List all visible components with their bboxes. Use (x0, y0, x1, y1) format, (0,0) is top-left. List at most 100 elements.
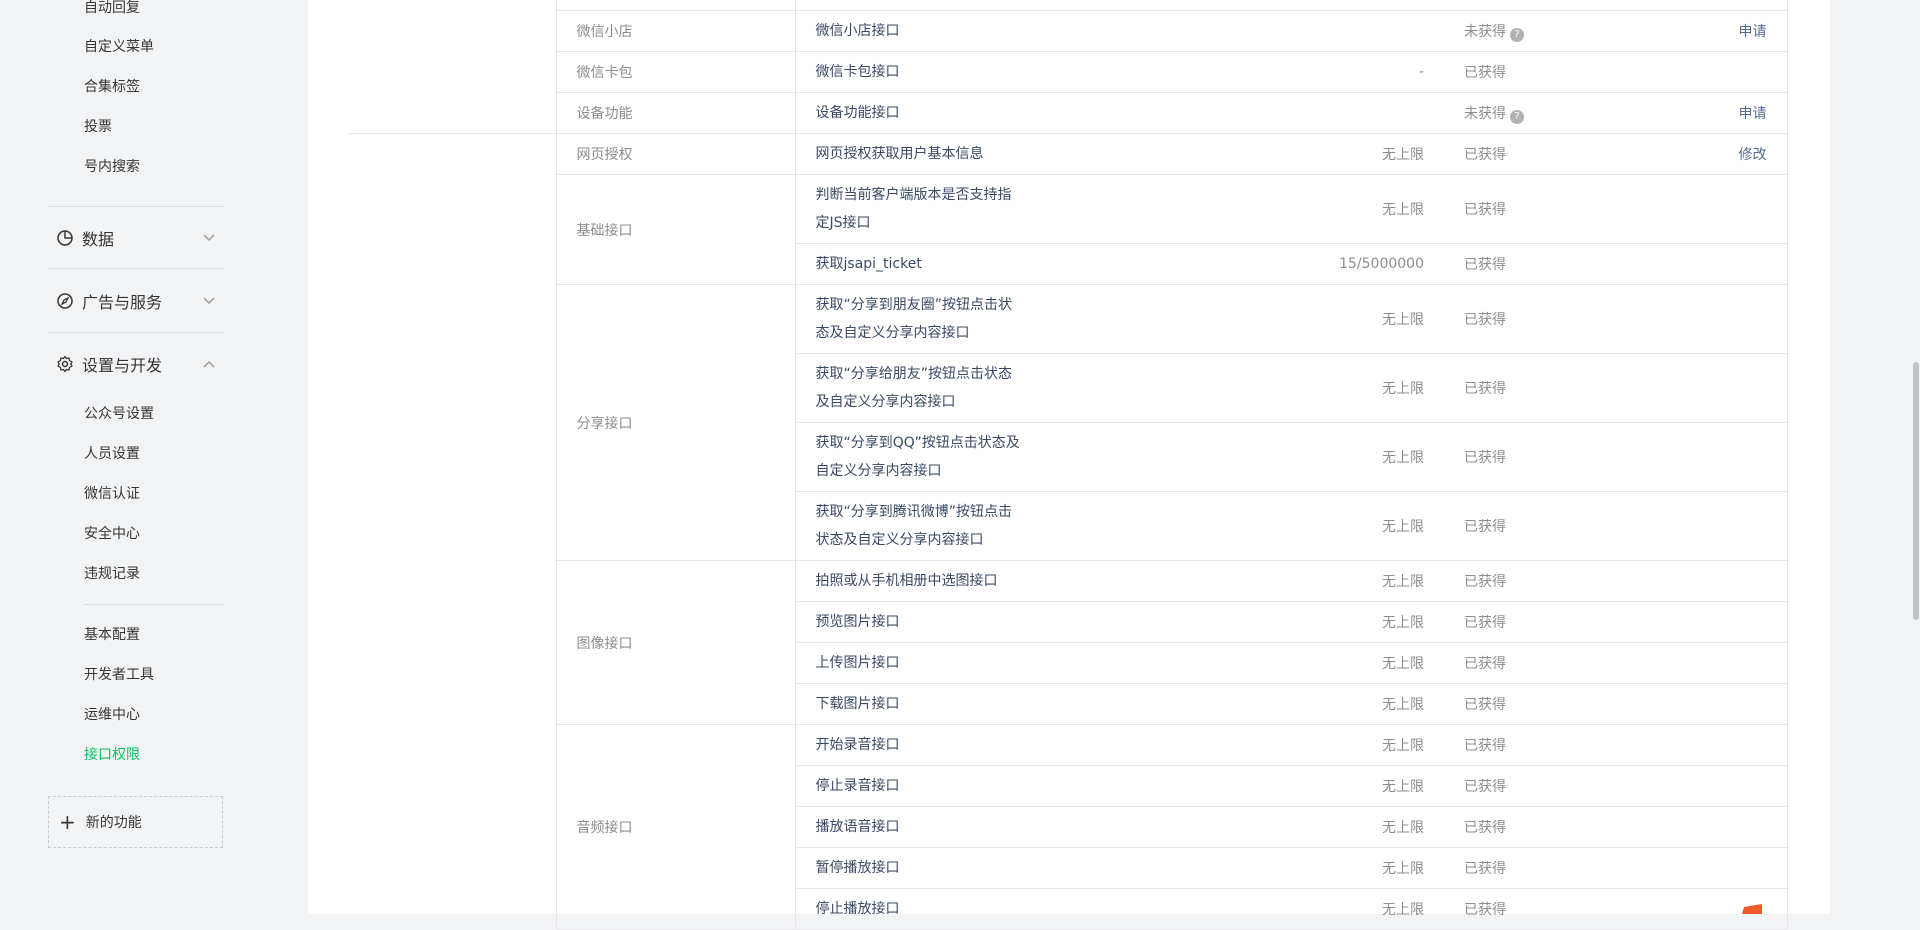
api-name: 播放语音接口 (795, 806, 1154, 848)
api-status: 已获得 (1444, 847, 1574, 889)
api-limit: 无上限 (1154, 284, 1444, 354)
api-limit: 无上限 (1154, 422, 1444, 492)
api-limit: 无上限 (1154, 888, 1444, 930)
api-limit: 无上限 (1154, 353, 1444, 423)
scrollbar-thumb[interactable] (1913, 362, 1919, 620)
api-limit (1154, 10, 1444, 52)
apply-button[interactable]: 申请 (1739, 106, 1767, 122)
group-data[interactable]: 数据 (56, 226, 226, 250)
category-basic: 基础接口 (555, 174, 796, 285)
api-status: 已获得 (1444, 491, 1574, 561)
group-settings-label: 设置与开发 (82, 356, 163, 375)
menu-custom-menu[interactable]: 自定义菜单 (84, 37, 154, 57)
menu-ops-center[interactable]: 运维中心 (84, 705, 140, 725)
api-limit: 无上限 (1154, 806, 1444, 848)
api-limit: 无上限 (1154, 642, 1444, 684)
category-audio: 音频接口 (555, 724, 796, 930)
group-data-label: 数据 (82, 230, 115, 249)
sidebar: 自动回复 自定义菜单 合集标签 投票 号内搜索 数据 广告与服务 设置与开发 公… (0, 0, 262, 914)
api-status: 已获得 (1444, 422, 1574, 492)
api-name: 获取jsapi_ticket (795, 243, 1154, 285)
menu-basic-config[interactable]: 基本配置 (84, 625, 140, 645)
menu-security-center[interactable]: 安全中心 (84, 524, 140, 544)
api-name: 拍照或从手机相册中选图接口 (795, 560, 1154, 602)
api-status: 已获得 (1444, 765, 1574, 807)
api-limit: 无上限 (1154, 683, 1444, 725)
category-image: 图像接口 (555, 560, 796, 725)
api-name: 获取“分享到朋友圈”按钮点击状 态及自定义分享内容接口 (795, 284, 1154, 354)
apply-button[interactable]: 申请 (1739, 24, 1767, 40)
chevron-up-icon (203, 360, 215, 368)
menu-auto-reply[interactable]: 自动回复 (84, 0, 140, 18)
menu-wechat-verification[interactable]: 微信认证 (84, 484, 140, 504)
api-limit: 无上限 (1154, 491, 1444, 561)
api-name: 停止播放接口 (795, 888, 1154, 930)
group-ads-services[interactable]: 广告与服务 (56, 289, 226, 313)
category-web-auth: 网页授权 (555, 133, 796, 175)
main-content: 微信小店 微信小店接口 未获得? 申请 微信卡包 微信卡包接口 - 已获得 设备… (308, 0, 1830, 930)
menu-collection-tags[interactable]: 合集标签 (84, 77, 140, 97)
modify-button[interactable]: 修改 (1739, 147, 1767, 163)
api-limit: 15/5000000 (1154, 243, 1444, 285)
category-wx-shop: 微信小店 (555, 10, 796, 52)
question-icon[interactable]: ? (1510, 27, 1524, 42)
menu-vote[interactable]: 投票 (84, 117, 112, 137)
divider (48, 332, 225, 333)
api-limit: 无上限 (1154, 174, 1444, 244)
category-share: 分享接口 (555, 284, 796, 561)
menu-in-account-search[interactable]: 号内搜索 (84, 157, 140, 177)
api-limit: 无上限 (1154, 560, 1444, 602)
api-limit (1154, 92, 1444, 134)
divider (84, 604, 225, 605)
api-status: 已获得 (1444, 51, 1574, 93)
api-status: 已获得 (1444, 683, 1574, 725)
question-icon[interactable]: ? (1510, 109, 1524, 124)
menu-staff-settings[interactable]: 人员设置 (84, 444, 140, 464)
menu-api-permissions[interactable]: 接口权限 (84, 745, 140, 765)
table-row: 微信卡包 微信卡包接口 - 已获得 (349, 51, 1788, 93)
api-status: 未获得 (1464, 23, 1506, 40)
api-name: 微信小店接口 (795, 10, 1154, 52)
api-status: 已获得 (1444, 806, 1574, 848)
table-row: 分享接口 获取“分享到朋友圈”按钮点击状 态及自定义分享内容接口 无上限 已获得 (349, 284, 1788, 561)
menu-developer-tools[interactable]: 开发者工具 (84, 665, 154, 685)
api-status: 已获得 (1444, 353, 1574, 423)
api-name: 网页授权获取用户基本信息 (795, 133, 1154, 175)
api-status: 已获得 (1444, 284, 1574, 354)
api-status: 已获得 (1444, 133, 1574, 175)
api-name: 上传图片接口 (795, 642, 1154, 684)
api-name: 暂停播放接口 (795, 847, 1154, 889)
api-permissions-table: 微信小店 微信小店接口 未获得? 申请 微信卡包 微信卡包接口 - 已获得 设备… (349, 0, 1788, 930)
menu-account-settings[interactable]: 公众号设置 (84, 404, 154, 424)
table-row: 设备功能 设备功能接口 未获得? 申请 (349, 92, 1788, 134)
api-name: 获取“分享到腾讯微博”按钮点击 状态及自定义分享内容接口 (795, 491, 1154, 561)
chevron-down-icon (203, 297, 215, 305)
table-row: 基础接口 判断当前客户端版本是否支持指 定JS接口 无上限 已获得 (349, 174, 1788, 285)
table-row: 音频接口 开始录音接口 无上限 已获得 (349, 724, 1788, 930)
api-limit: 无上限 (1154, 724, 1444, 766)
api-status: 已获得 (1444, 642, 1574, 684)
api-limit: 无上限 (1154, 765, 1444, 807)
table-row: 微信小店 微信小店接口 未获得? 申请 (349, 10, 1788, 52)
table-row (349, 0, 1788, 134)
api-name: 获取“分享给朋友”按钮点击状态 及自定义分享内容接口 (795, 353, 1154, 423)
group-settings-dev[interactable]: 设置与开发 (56, 352, 226, 376)
api-status: 未获得 (1464, 105, 1506, 122)
feedback-icon[interactable] (1740, 904, 1764, 914)
api-name: 微信卡包接口 (795, 51, 1154, 93)
api-limit: 无上限 (1154, 601, 1444, 643)
api-name: 设备功能接口 (795, 92, 1154, 134)
scrollbar[interactable] (1912, 0, 1920, 914)
category-device: 设备功能 (555, 92, 796, 134)
chart-icon (56, 229, 74, 247)
gear-icon (56, 355, 74, 373)
menu-violation-records[interactable]: 违规记录 (84, 564, 140, 584)
plus-icon: + (59, 810, 76, 834)
api-status: 已获得 (1444, 243, 1574, 285)
new-feature-button[interactable]: + 新的功能 (48, 796, 223, 848)
api-name: 获取“分享到QQ”按钮点击状态及 自定义分享内容接口 (795, 422, 1154, 492)
compass-icon (56, 292, 74, 310)
api-name: 开始录音接口 (795, 724, 1154, 766)
chevron-down-icon (203, 234, 215, 242)
api-name: 停止录音接口 (795, 765, 1154, 807)
